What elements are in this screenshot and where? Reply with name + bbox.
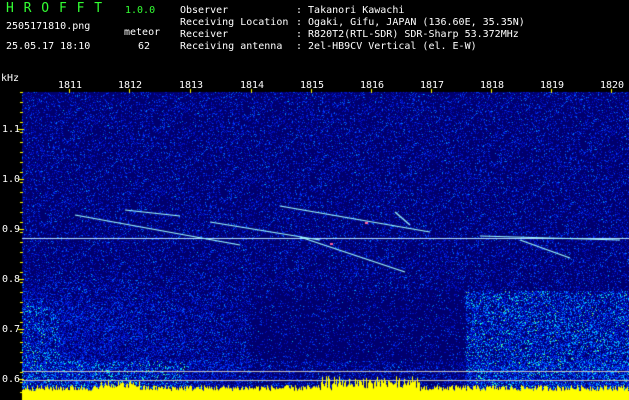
y-tick-label: 0.7 xyxy=(2,324,21,335)
x-tick-label: 1813 xyxy=(179,80,204,91)
x-tick-label: 1815 xyxy=(300,80,325,91)
info-value-observer: : Takanori Kawachi xyxy=(296,5,405,16)
meteor-count: 62 xyxy=(138,41,151,52)
app-version: 1.0.0 xyxy=(125,5,156,16)
y-tick-label: 0.6 xyxy=(2,374,21,385)
x-tick-label: 1818 xyxy=(480,80,505,91)
file-name: 2505171810.png xyxy=(6,21,91,32)
mode-label: meteor xyxy=(124,27,161,38)
axis-unit-label: kHz xyxy=(1,73,20,84)
x-tick-label: 1812 xyxy=(118,80,143,91)
y-tick-label: 0.9 xyxy=(2,224,21,235)
y-tick-label: 0.8 xyxy=(2,274,21,285)
y-tick-label: 1.0 xyxy=(2,174,21,185)
header-panel: H R O F F T 1.0.0 2505171810.png meteor … xyxy=(0,0,629,78)
info-label-location: Receiving Location xyxy=(180,17,289,28)
info-value-location: : Ogaki, Gifu, JAPAN (136.60E, 35.35N) xyxy=(296,17,525,28)
app-logo: H R O F F T xyxy=(6,1,104,16)
capture-datetime: 25.05.17 18:10 xyxy=(6,41,91,52)
info-value-antenna: : 2el-HB9CV Vertical (el. E-W) xyxy=(296,41,477,52)
x-tick-label: 1816 xyxy=(360,80,385,91)
info-label-observer: Observer xyxy=(180,5,229,16)
info-label-receiver: Receiver xyxy=(180,29,229,40)
info-label-antenna: Receiving antenna xyxy=(180,41,283,52)
x-tick-label: 1811 xyxy=(58,80,83,91)
y-tick-label: 1.1 xyxy=(2,124,21,135)
x-tick-label: 1817 xyxy=(420,80,445,91)
info-value-receiver: : R820T2(RTL-SDR) SDR-Sharp 53.372MHz xyxy=(296,29,519,40)
x-tick-label: 1819 xyxy=(540,80,565,91)
x-tick-label: 1814 xyxy=(240,80,265,91)
x-tick-label: 1820 xyxy=(600,80,625,91)
